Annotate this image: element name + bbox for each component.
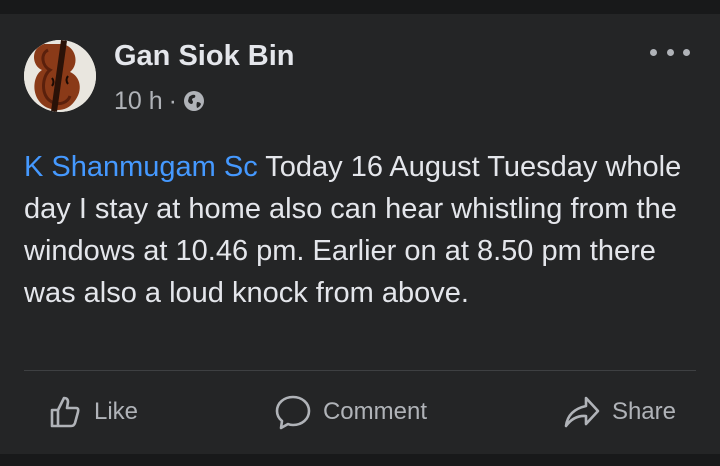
like-label: Like — [94, 398, 139, 425]
share-arrow-icon — [564, 396, 600, 428]
meta-separator: · — [168, 86, 177, 115]
comment-label: Comment — [322, 398, 427, 425]
more-dot — [666, 48, 674, 56]
more-dot — [683, 48, 690, 56]
mention-link[interactable]: K Shanmugam Sc — [24, 151, 258, 183]
post-card: Gan Siok Bin 10 h · K Shanmugam Sc Today… — [0, 14, 720, 454]
post-text: K Shanmugam Sc Today 16 August Tuesday w… — [24, 146, 694, 314]
more-options-button[interactable] — [650, 40, 690, 64]
comment-button[interactable]: Comment — [253, 384, 447, 440]
divider — [24, 370, 696, 371]
thumbs-up-icon — [50, 396, 80, 428]
share-label: Share — [611, 398, 676, 425]
more-dot — [650, 48, 657, 56]
like-button[interactable]: Like — [24, 384, 158, 440]
globe-icon — [183, 90, 205, 112]
post-time[interactable]: 10 h — [114, 87, 163, 116]
author-name[interactable]: Gan Siok Bin — [114, 40, 294, 73]
violin-avatar-image — [24, 40, 96, 112]
avatar[interactable] — [24, 40, 96, 112]
post-actions: Like Comment Share — [24, 380, 696, 444]
comment-icon — [275, 395, 311, 430]
post-meta: 10 h · — [114, 86, 205, 116]
share-button[interactable]: Share — [542, 384, 696, 440]
